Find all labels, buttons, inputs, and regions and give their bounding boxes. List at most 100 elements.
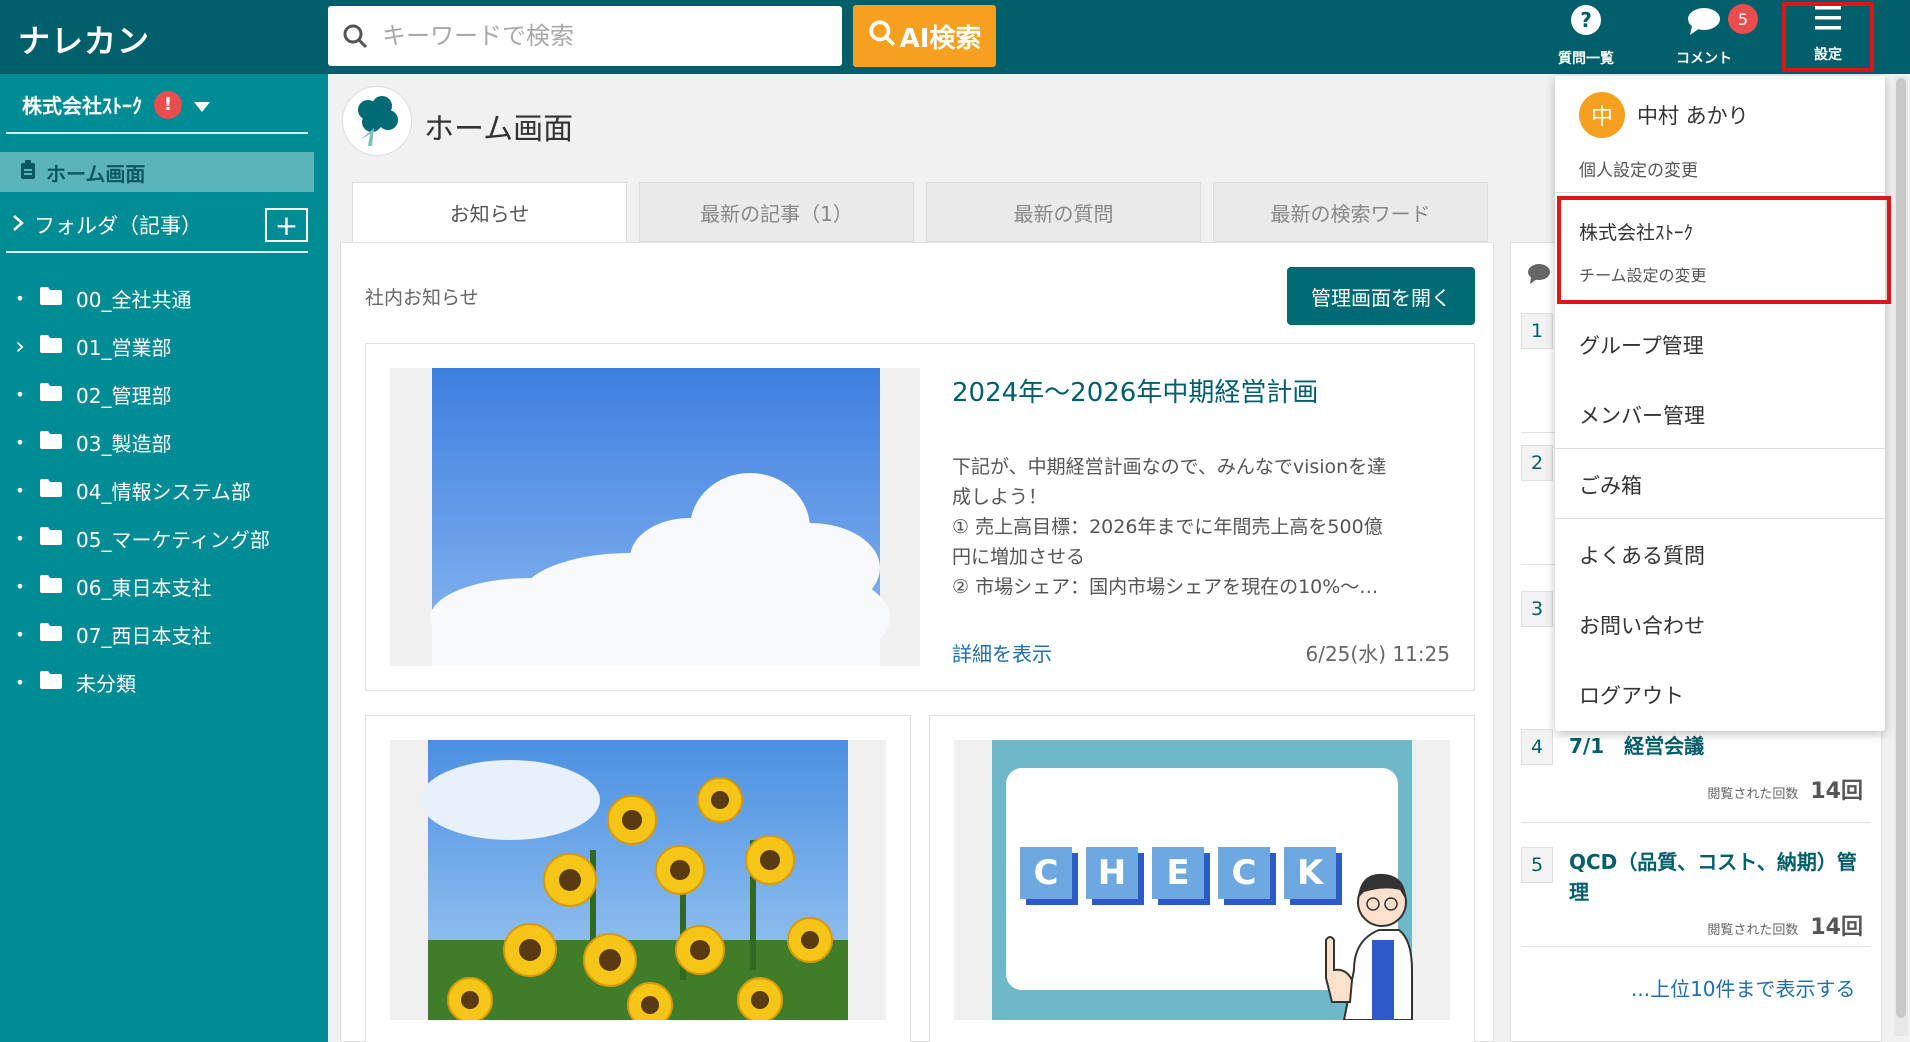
- ranking-title[interactable]: 7/1 経営会議: [1569, 731, 1704, 761]
- notice-date: 6/25(水) 11:25: [1305, 642, 1450, 666]
- ranking-title[interactable]: QCD（品質、コスト、納期）管理: [1569, 847, 1859, 907]
- tab-latest-questions[interactable]: 最新の質問: [926, 182, 1201, 242]
- team-settings-item[interactable]: 株式会社ｽﾄｰｸ チーム設定の変更: [1557, 196, 1891, 304]
- chevron-right-icon: ›: [15, 332, 25, 360]
- check-word: C H E C K: [1020, 847, 1350, 899]
- check-letter: C: [1231, 853, 1257, 893]
- folder-label: 00_全社共通: [76, 287, 192, 312]
- excerpt-line: 成しよう！: [952, 486, 1048, 508]
- view-count-label: 閲覧された回数: [1707, 923, 1799, 938]
- scrollbar-thumb[interactable]: [1896, 78, 1906, 1018]
- divider: [1555, 518, 1885, 519]
- folder-label: 05_マーケティング部: [76, 527, 270, 552]
- notice-thumbnail: C H E C K: [954, 740, 1450, 1021]
- company-switcher[interactable]: 株式会社ｽﾄｰｸ !: [22, 90, 210, 119]
- folder-item[interactable]: • 04_情報システム部: [14, 466, 270, 514]
- divider: [1555, 448, 1885, 449]
- folder-section-label: フォルダ（記事）: [34, 214, 202, 238]
- folder-item[interactable]: • 06_東日本支社: [14, 562, 270, 610]
- tab-latest-articles[interactable]: 最新の記事（1）: [639, 182, 914, 242]
- menu-item-trash[interactable]: ごみ箱: [1579, 470, 1642, 500]
- folder-icon: [40, 478, 62, 502]
- folder-icon: [40, 574, 62, 598]
- rank-number: 1: [1521, 313, 1553, 349]
- notice-card-sunflower[interactable]: [365, 715, 911, 1042]
- avatar: 中: [1579, 92, 1625, 138]
- show-top-10-link[interactable]: ...上位10件まで表示する: [1631, 973, 1856, 1002]
- notice-title[interactable]: 2024年～2026年中期経営計画: [952, 372, 1318, 409]
- tab-notices[interactable]: お知らせ: [352, 182, 627, 242]
- company-name: 株式会社ｽﾄｰｸ: [22, 94, 142, 118]
- open-admin-button[interactable]: 管理画面を開く: [1287, 267, 1475, 325]
- sidebar-item-home[interactable]: ホーム画面: [0, 152, 314, 192]
- add-folder-button[interactable]: +: [265, 208, 308, 242]
- divider: [6, 251, 308, 253]
- folder-label: 02_管理部: [76, 383, 172, 408]
- folder-list: • 00_全社共通 › 01_営業部 • 02_管理部 • 03_製造部 • 04_情報シ…: [14, 274, 270, 706]
- menu-item-faq[interactable]: よくある質問: [1579, 540, 1705, 570]
- page-title: ホーム画面: [424, 112, 574, 147]
- question-icon: ?: [1570, 4, 1602, 40]
- settings-label: 設定: [1814, 47, 1842, 63]
- menu-item-group-management[interactable]: グループ管理: [1579, 330, 1704, 360]
- folder-label: 未分類: [76, 671, 136, 696]
- comment-count-badge: 5: [1728, 4, 1758, 34]
- section-label: 社内お知らせ: [365, 287, 479, 309]
- search-icon: [868, 19, 896, 54]
- bullet: •: [15, 624, 25, 644]
- folder-item[interactable]: • 07_西日本支社: [14, 610, 270, 658]
- view-count-value: 14回: [1810, 915, 1863, 940]
- comments-label: コメント: [1676, 51, 1732, 67]
- app-logo[interactable]: ナレカン: [18, 16, 150, 62]
- ranking-item[interactable]: 4 7/1 経営会議 閲覧された回数 14回: [1521, 729, 1871, 823]
- check-letter: C: [1033, 853, 1059, 893]
- menu-item-logout[interactable]: ログアウト: [1579, 680, 1684, 710]
- team-logo: [342, 86, 412, 156]
- divider: [1555, 192, 1885, 193]
- folder-label: 06_東日本支社: [76, 575, 212, 600]
- folder-label: 01_営業部: [76, 335, 172, 360]
- folder-item[interactable]: • 03_製造部: [14, 418, 270, 466]
- page-scrollbar[interactable]: [1894, 76, 1908, 1036]
- menu-item-member-management[interactable]: メンバー管理: [1579, 400, 1705, 430]
- check-letter: K: [1296, 853, 1324, 893]
- view-count-value: 14回: [1810, 779, 1863, 804]
- ai-search-button[interactable]: AI検索: [853, 5, 996, 67]
- search-input[interactable]: [382, 22, 822, 50]
- ranking-item[interactable]: 5 QCD（品質、コスト、納期）管理 閲覧された回数 14回: [1521, 837, 1871, 947]
- search-box[interactable]: [328, 6, 842, 66]
- folder-icon: [40, 382, 62, 406]
- rank-number: 5: [1521, 847, 1553, 883]
- folder-item[interactable]: › 01_営業部: [14, 322, 270, 370]
- folder-item[interactable]: • 05_マーケティング部: [14, 514, 270, 562]
- search-icon: [328, 23, 382, 49]
- chevron-right-icon: [12, 213, 24, 237]
- bullet: •: [15, 672, 25, 692]
- folder-label: 03_製造部: [76, 431, 172, 456]
- bullet: •: [15, 528, 25, 548]
- questions-button[interactable]: ? 質問一覧: [1548, 4, 1624, 68]
- folder-item[interactable]: • 未分類: [14, 658, 270, 706]
- view-count: 閲覧された回数 14回: [1707, 909, 1863, 941]
- caret-down-icon: [194, 93, 210, 117]
- team-settings-link[interactable]: チーム設定の変更: [1579, 262, 1707, 286]
- user-info: 中 中村 あかり: [1579, 92, 1749, 138]
- menu-item-contact[interactable]: お問い合わせ: [1579, 610, 1705, 640]
- rank-number: 2: [1521, 445, 1553, 481]
- settings-button[interactable]: 設定: [1782, 2, 1874, 72]
- tab-latest-search-words[interactable]: 最新の検索ワード: [1213, 182, 1488, 242]
- folder-item[interactable]: • 02_管理部: [14, 370, 270, 418]
- personal-settings-link[interactable]: 個人設定の変更: [1579, 156, 1698, 181]
- featured-notice-card[interactable]: 2024年～2026年中期経営計画 下記が、中期経営計画なので、みんなでvisi…: [365, 343, 1475, 691]
- settings-menu: 中 中村 あかり 個人設定の変更 株式会社ｽﾄｰｸ チーム設定の変更 グループ管…: [1555, 76, 1891, 731]
- excerpt-line: ② 市場シェア：国内市場シェアを現在の10%～…: [952, 576, 1379, 598]
- folder-icon: [40, 334, 62, 358]
- folder-item[interactable]: • 00_全社共通: [14, 274, 270, 322]
- folder-label: 07_西日本支社: [76, 623, 212, 648]
- notice-thumbnail: [390, 740, 886, 1028]
- team-name: 株式会社ｽﾄｰｸ: [1579, 222, 1694, 244]
- bullet: •: [15, 432, 25, 452]
- folder-icon: [40, 670, 62, 694]
- show-details-link[interactable]: 詳細を表示: [952, 638, 1052, 667]
- notice-card-check[interactable]: C H E C K: [929, 715, 1475, 1042]
